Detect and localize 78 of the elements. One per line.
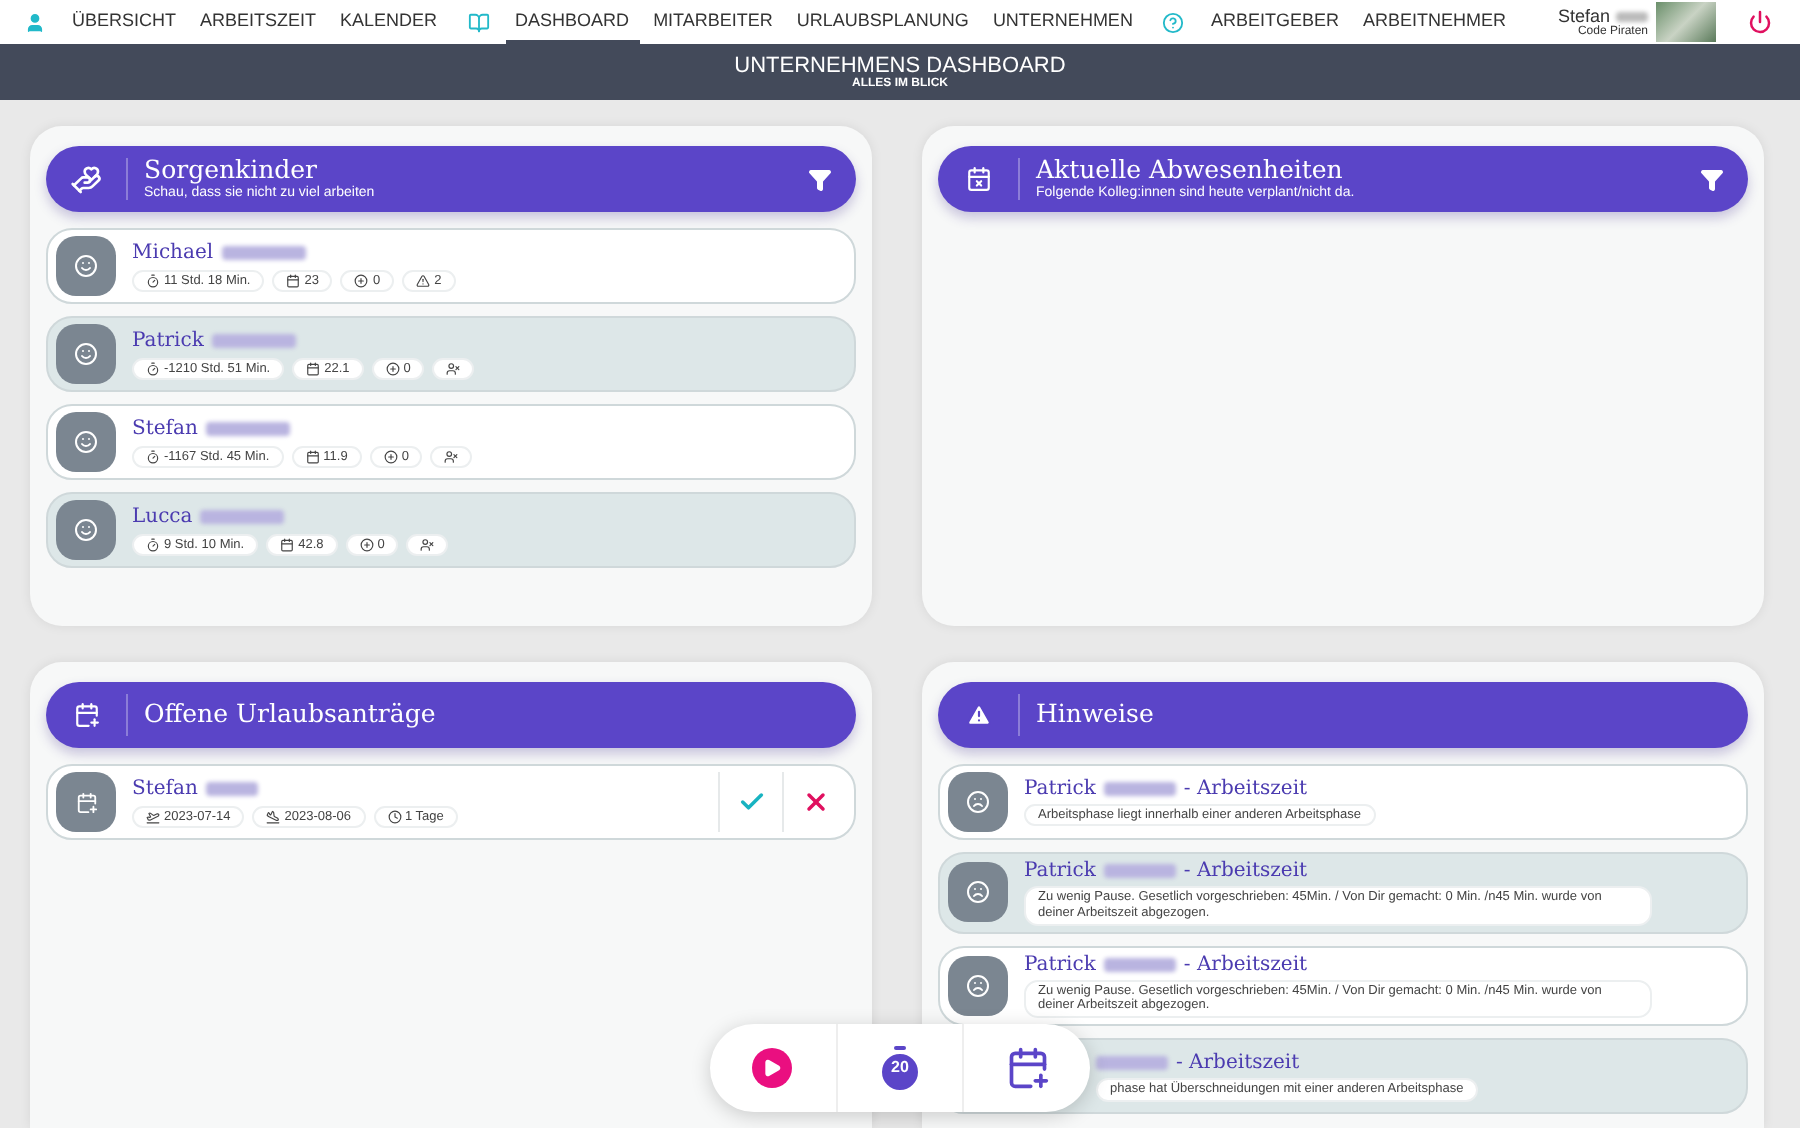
calendar-icon [306,361,321,375]
employee-name: Patrick [1024,777,1096,800]
calendar-plus-icon [1005,1046,1050,1090]
sad-face-icon [966,973,990,998]
calendar-plus-icon [75,791,97,813]
blurred-text [221,245,306,259]
filter-button[interactable] [1700,167,1724,191]
nav-link[interactable]: KALENDER [330,0,448,44]
timer-button[interactable]: 20 [835,1024,963,1112]
panel-title: Hinweise [1036,702,1156,728]
blurred-text [211,333,296,347]
user-off-icon [444,449,459,463]
calendar-plus-icon [73,702,99,728]
employee-name: Lucca [132,505,193,527]
stopwatch-icon [876,1044,924,1092]
sad-face-icon [966,880,990,905]
blurred-text [1103,781,1176,796]
notice-topic: - Arbeitszeit [1176,1051,1300,1074]
blurred-text [200,509,285,523]
employee-name: Stefan [132,417,198,439]
calendar-icon [280,537,295,551]
blurred-text [1103,957,1176,972]
filter-button[interactable] [808,167,832,191]
plus-circle-icon [385,361,400,375]
nav-link[interactable]: UNTERNEHMEN [982,0,1143,44]
calendar-icon [286,273,301,287]
user-off-icon [420,537,435,551]
employee-name: Patrick [1024,953,1096,976]
calendar-icon [305,449,320,463]
notice-topic: - Arbeitszeit [1183,860,1308,882]
blurred-text [205,781,258,795]
warning-icon [965,702,991,728]
timer-icon [146,537,160,551]
nav-link[interactable]: MITARBEITER [643,0,783,44]
user-name: Stefan [1557,7,1610,25]
user-off-icon [446,361,461,375]
hands-icon [70,163,102,195]
power-icon [1748,10,1772,34]
plus-circle-icon [359,537,374,551]
blurred-text [1096,1055,1168,1070]
plane-takeoff-icon [146,809,160,823]
photo-placeholder [1656,2,1716,42]
notice-topic: - Arbeitszeit [1183,953,1308,976]
blurred-text [1103,864,1176,878]
plus-circle-icon [354,273,369,287]
nav-link[interactable]: URLAUBSPLANUNG [786,0,979,44]
timer-icon [146,449,160,463]
nav-link[interactable]: ARBEITNEHMER [1352,0,1516,44]
plus-circle-icon [383,449,398,463]
timer-icon [146,361,160,375]
nav-link[interactable]: ARBEITSZEIT [190,0,327,44]
smiley-icon [74,518,98,542]
sad-face-icon [966,790,990,814]
smiley-icon [74,430,98,454]
panel-title: Sorgenkinder [144,158,320,184]
timer-label: 20 [889,1058,911,1076]
panel-title: Aktuelle Abwesenheiten [1036,158,1345,184]
warning-icon [416,273,431,287]
smiley-icon [74,254,98,278]
blurred-text [1616,11,1648,21]
nav-link[interactable]: ARBEITGEBER [1200,0,1349,44]
panel-title: Offene Urlaubsanträge [144,702,438,728]
play-icon [752,1048,793,1088]
calendar-x-icon [965,166,991,192]
blurred-text [205,421,290,435]
page-title: UNTERNEHMENS DASHBOARD [734,54,1066,78]
employee-name: Patrick [132,329,204,351]
check-icon [737,788,765,816]
smiley-icon [74,342,98,366]
timer-icon [146,273,160,287]
employee-name: Michael [132,241,214,263]
close-icon [801,788,829,816]
nav-link[interactable]: ÜBERSICHT [62,0,187,44]
notice-topic: - Arbeitszeit [1183,777,1308,800]
employee-name: Patrick [1024,860,1096,882]
employee-name: Stefan [132,777,198,799]
clock-icon [387,809,401,823]
plane-landing-icon [266,809,281,823]
